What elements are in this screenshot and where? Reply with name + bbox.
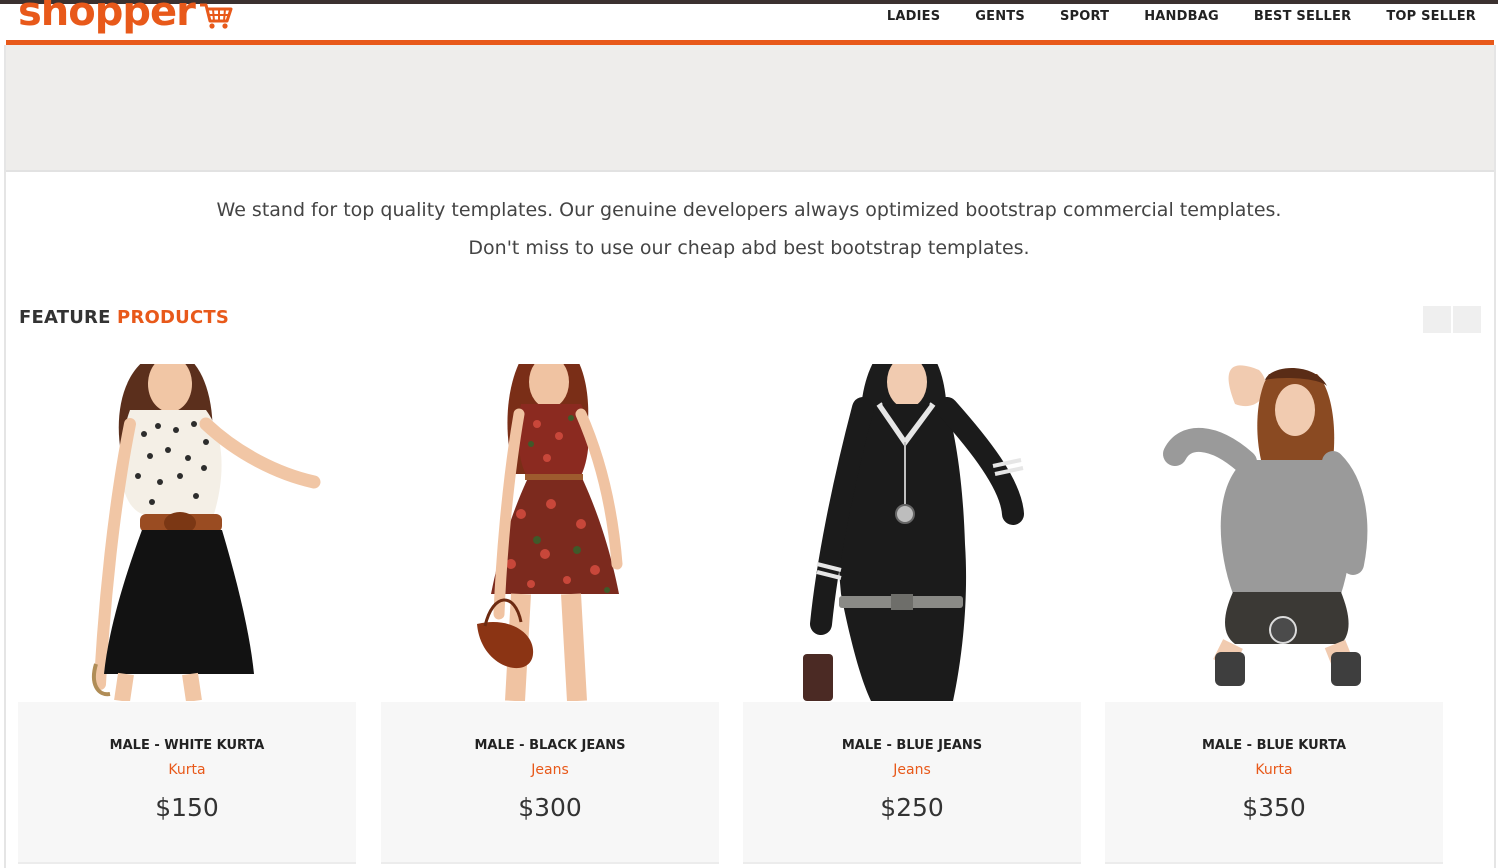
product-info: MALE - WHITE KURTA Kurta $150 [18,702,356,864]
product-price: $250 [880,793,944,822]
product-card[interactable]: MALE - BLACK JEANS Jeans $300 [381,364,719,864]
product-category[interactable]: Kurta [18,762,356,778]
product-price: $350 [1242,793,1306,822]
intro-line-2: Don't miss to use our cheap abd best boo… [468,237,1030,259]
product-category[interactable]: Jeans [381,762,719,778]
heading-word-products: PRODUCTS [117,307,230,328]
model-illustration [803,364,1024,701]
product-image[interactable] [381,364,719,701]
product-info: MALE - BLUE JEANS Jeans $250 [743,702,1081,864]
model-illustration [477,364,623,701]
product-name[interactable]: MALE - BLUE JEANS [743,738,1081,753]
product-category[interactable]: Jeans [743,762,1081,778]
site-header: shopper LADIES GENTS SPORT HANDBAG BEST … [0,0,1498,40]
nav-ladies[interactable]: LADIES [887,9,940,24]
product-image[interactable] [1105,364,1443,701]
nav-handbag[interactable]: HANDBAG [1144,9,1219,24]
product-card[interactable]: MALE - BLUE KURTA Kurta $350 [1105,364,1443,864]
model-illustration [91,364,321,701]
carousel-prev-button[interactable] [1423,306,1451,333]
product-name[interactable]: MALE - BLACK JEANS [381,738,719,753]
product-name[interactable]: MALE - BLUE KURTA [1105,738,1443,753]
product-image[interactable] [18,364,356,701]
intro-line-1: We stand for top quality templates. Our … [216,199,1282,221]
carousel-next-button[interactable] [1453,306,1481,333]
logo-text: shopper [18,0,196,34]
model-illustration [1163,365,1368,686]
product-price: $150 [155,793,219,822]
hero-banner [6,45,1494,172]
product-image[interactable] [743,364,1081,701]
product-name[interactable]: MALE - WHITE KURTA [18,738,356,753]
product-card[interactable]: MALE - WHITE KURTA Kurta $150 [18,364,356,864]
nav-gents[interactable]: GENTS [975,9,1025,24]
product-card[interactable]: MALE - BLUE JEANS Jeans $250 [743,364,1081,864]
product-category[interactable]: Kurta [1105,762,1443,778]
heading-word-feature: FEATURE [19,307,111,328]
main-nav: LADIES GENTS SPORT HANDBAG BEST SELLER T… [852,4,1476,28]
nav-top-seller[interactable]: TOP SELLER [1386,9,1476,24]
nav-sport[interactable]: SPORT [1060,9,1109,24]
product-info: MALE - BLACK JEANS Jeans $300 [381,702,719,864]
nav-best-seller[interactable]: BEST SELLER [1254,9,1351,24]
product-info: MALE - BLUE KURTA Kurta $350 [1105,702,1443,864]
feature-products-heading: FEATURE PRODUCTS [19,307,229,328]
product-price: $300 [518,793,582,822]
site-logo[interactable]: shopper [18,0,233,34]
shopping-cart-icon [199,3,233,29]
